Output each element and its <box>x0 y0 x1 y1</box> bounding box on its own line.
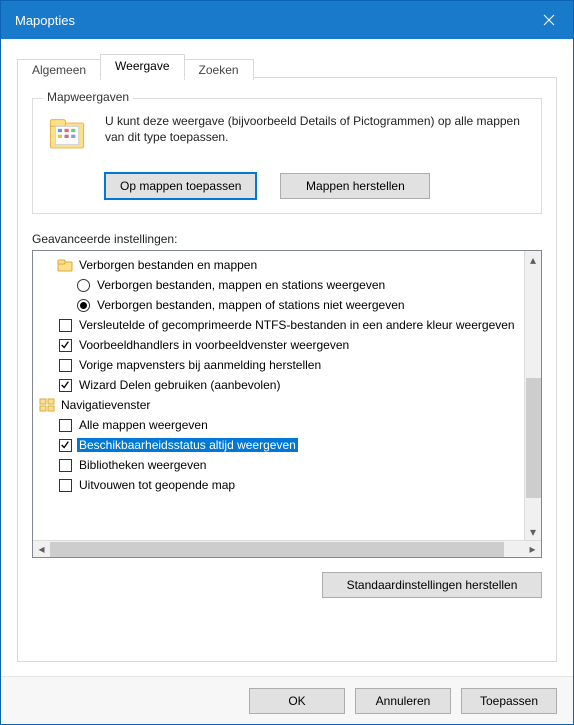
advanced-settings-label: Geavanceerde instellingen: <box>32 232 542 246</box>
tree-item-label: Verborgen bestanden en mappen <box>77 258 259 272</box>
tree-item[interactable]: Beschikbaarheidsstatus altijd weergeven <box>39 435 541 455</box>
close-button[interactable] <box>525 1 573 39</box>
scroll-right-arrow-icon[interactable]: ▸ <box>524 541 541 558</box>
horizontal-scroll-thumb[interactable] <box>50 542 504 557</box>
checkbox-icon <box>57 477 73 493</box>
tree-item-label: Beschikbaarheidsstatus altijd weergeven <box>77 438 298 452</box>
tree-item[interactable]: Uitvouwen tot geopende map <box>39 475 541 495</box>
folder-views-row: U kunt deze weergave (bijvoorbeeld Detai… <box>45 113 529 161</box>
tab-general[interactable]: Algemeen <box>17 59 101 80</box>
checkbox-icon <box>57 417 73 433</box>
tree-item-label: Voorbeeldhandlers in voorbeeldvenster we… <box>77 338 351 352</box>
tab-search[interactable]: Zoeken <box>184 59 254 80</box>
tree-item[interactable]: Versleutelde of gecomprimeerde NTFS-best… <box>39 315 541 335</box>
checkbox-icon <box>57 457 73 473</box>
tree-item-label: Versleutelde of gecomprimeerde NTFS-best… <box>77 318 517 332</box>
vertical-scrollbar[interactable]: ▴ ▾ <box>524 251 541 540</box>
checkbox-icon <box>57 437 73 453</box>
restore-defaults-button[interactable]: Standaardinstellingen herstellen <box>322 572 542 598</box>
tree-item-label: Uitvouwen tot geopende map <box>77 478 237 492</box>
tab-view-label: Weergave <box>115 59 169 73</box>
tree-item[interactable]: Verborgen bestanden, mappen of stations … <box>39 295 541 315</box>
apply-to-folders-button[interactable]: Op mappen toepassen <box>105 173 256 199</box>
folder-icon <box>45 113 89 161</box>
vertical-scroll-thumb[interactable] <box>526 378 541 498</box>
reset-folders-button[interactable]: Mappen herstellen <box>280 173 430 199</box>
folder-views-legend: Mapweergaven <box>43 90 133 104</box>
tree-item-label: Verborgen bestanden, mappen en stations … <box>95 278 387 292</box>
folder-views-buttons: Op mappen toepassen Mappen herstellen <box>105 173 529 199</box>
tab-search-label: Zoeken <box>199 63 239 77</box>
radio-icon <box>75 277 91 293</box>
scroll-down-arrow-icon[interactable]: ▾ <box>525 523 542 540</box>
nav-pane-icon <box>39 397 55 413</box>
tabstrip: Algemeen Weergave Zoeken <box>17 51 557 77</box>
folder-icon <box>57 257 73 273</box>
tree-item[interactable]: Voorbeeldhandlers in voorbeeldvenster we… <box>39 335 541 355</box>
tree-item[interactable]: Verborgen bestanden en mappen <box>39 255 541 275</box>
scroll-left-arrow-icon[interactable]: ◂ <box>33 541 50 558</box>
tab-page-view: Mapweergaven U kunt deze weergave (bijvo… <box>17 77 557 662</box>
advanced-settings-tree[interactable]: Verborgen bestanden en mappen Verborgen b… <box>33 251 541 540</box>
ok-button[interactable]: OK <box>249 688 345 714</box>
tree-item-label: Bibliotheken weergeven <box>77 458 208 472</box>
cancel-button[interactable]: Annuleren <box>355 688 451 714</box>
dialog-window: Mapopties Algemeen Weergave Zoeken Mapwe… <box>0 0 574 725</box>
scroll-up-arrow-icon[interactable]: ▴ <box>525 251 542 268</box>
checkbox-icon <box>57 337 73 353</box>
close-icon <box>543 14 555 26</box>
checkbox-icon <box>57 317 73 333</box>
window-title: Mapopties <box>15 13 75 28</box>
tree-item[interactable]: Wizard Delen gebruiken (aanbevolen) <box>39 375 541 395</box>
titlebar: Mapopties <box>1 1 573 39</box>
dialog-buttons: OK Annuleren Toepassen <box>1 676 573 724</box>
tree-item[interactable]: Alle mappen weergeven <box>39 415 541 435</box>
tab-general-label: Algemeen <box>32 63 86 77</box>
tree-item-label: Verborgen bestanden, mappen of stations … <box>95 298 407 312</box>
folder-views-desc: U kunt deze weergave (bijvoorbeeld Detai… <box>105 113 529 161</box>
tree-item[interactable]: Verborgen bestanden, mappen en stations … <box>39 275 541 295</box>
checkbox-icon <box>57 377 73 393</box>
tree-item[interactable]: Navigatievenster <box>39 395 541 415</box>
horizontal-scrollbar[interactable]: ◂ ▸ <box>33 540 541 557</box>
checkbox-icon <box>57 357 73 373</box>
horizontal-scroll-track[interactable] <box>50 541 524 558</box>
tree-item-label: Navigatievenster <box>59 398 152 412</box>
tree-item-label: Vorige mapvensters bij aanmelding herste… <box>77 358 323 372</box>
apply-button[interactable]: Toepassen <box>461 688 557 714</box>
client-area: Algemeen Weergave Zoeken Mapweergaven <box>1 39 573 676</box>
tree-item-label: Alle mappen weergeven <box>77 418 210 432</box>
restore-defaults-row: Standaardinstellingen herstellen <box>32 572 542 598</box>
radio-icon <box>75 297 91 313</box>
tree-item-label: Wizard Delen gebruiken (aanbevolen) <box>77 378 282 392</box>
tree-item[interactable]: Bibliotheken weergeven <box>39 455 541 475</box>
folder-views-group: Mapweergaven U kunt deze weergave (bijvo… <box>32 98 542 214</box>
tree-item[interactable]: Vorige mapvensters bij aanmelding herste… <box>39 355 541 375</box>
tab-view[interactable]: Weergave <box>100 54 184 78</box>
advanced-settings-box: Verborgen bestanden en mappen Verborgen b… <box>32 250 542 558</box>
